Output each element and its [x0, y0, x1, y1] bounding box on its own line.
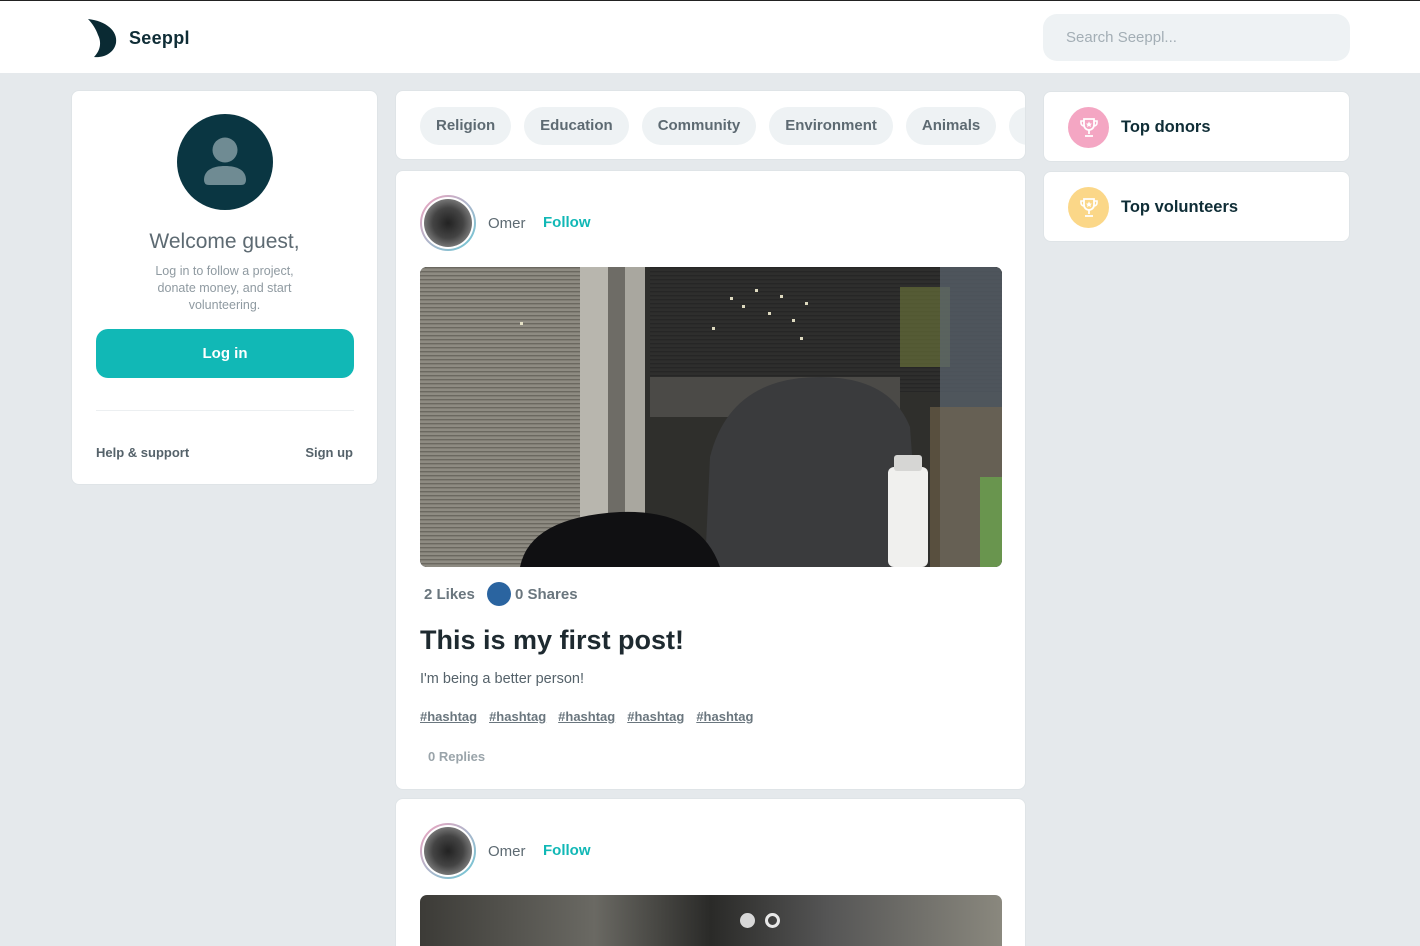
author-name[interactable]: Omer	[488, 215, 526, 232]
shares-count[interactable]: 0 Shares	[515, 586, 578, 603]
hashtag-link[interactable]: #hashtag	[627, 709, 684, 724]
post-card: Omer Follow	[395, 798, 1026, 946]
login-button[interactable]: Log in	[96, 329, 354, 378]
category-chip-environment[interactable]: Environment	[769, 107, 893, 145]
brand-name[interactable]: Seeppl	[129, 28, 190, 49]
follow-button[interactable]: Follow	[543, 842, 591, 859]
hashtag-link[interactable]: #hashtag	[696, 709, 753, 724]
help-support-link[interactable]: Help & support	[96, 445, 189, 460]
likes-count[interactable]: 2 Likes	[424, 586, 475, 603]
post-image-carousel[interactable]	[420, 895, 1002, 946]
author-name[interactable]: Omer	[488, 843, 526, 860]
guest-avatar	[177, 114, 273, 210]
category-chip-community[interactable]: Community	[641, 107, 757, 145]
share-icon[interactable]	[487, 582, 511, 606]
category-chip-education[interactable]: Education	[524, 107, 629, 145]
hashtag-list: #hashtag #hashtag #hashtag #hashtag #has…	[420, 709, 753, 724]
hashtag-link[interactable]: #hashtag	[489, 709, 546, 724]
category-chip-more[interactable]: C	[1009, 107, 1025, 145]
post-image[interactable]	[420, 267, 1002, 567]
category-chip-animals[interactable]: Animals	[905, 107, 997, 145]
top-volunteers-label[interactable]: Top volunteers	[1121, 198, 1238, 217]
post-card: Omer Follow	[395, 170, 1026, 790]
author-avatar[interactable]	[420, 195, 476, 251]
category-chip-religion[interactable]: Religion	[420, 107, 512, 145]
post-body: I'm being a better person!	[420, 671, 584, 687]
welcome-heading: Welcome guest,	[149, 230, 300, 253]
category-bar: Religion Education Community Environment…	[395, 90, 1026, 160]
trophy-icon	[1068, 187, 1109, 228]
login-description: Log in to follow a project, donate money…	[155, 264, 294, 312]
divider	[96, 410, 354, 411]
category-list: Religion Education Community Environment…	[420, 107, 1025, 145]
search-input[interactable]	[1043, 14, 1350, 61]
signup-link[interactable]: Sign up	[305, 445, 353, 460]
top-donors-card[interactable]: Top donors	[1043, 91, 1350, 162]
top-donors-label[interactable]: Top donors	[1121, 118, 1211, 137]
replies-link[interactable]: 0 Replies	[428, 749, 485, 764]
trophy-icon	[1068, 107, 1109, 148]
carousel-dot-active[interactable]	[740, 913, 755, 928]
guest-card: Welcome guest, Log in to follow a projec…	[71, 90, 378, 485]
top-volunteers-card[interactable]: Top volunteers	[1043, 171, 1350, 242]
seeppl-logo-icon[interactable]	[84, 17, 120, 59]
post-title: This is my first post!	[420, 625, 685, 655]
carousel-dots	[740, 913, 780, 928]
author-avatar[interactable]	[420, 823, 476, 879]
post-image-art	[420, 267, 1002, 567]
top-bar: Seeppl	[0, 0, 1420, 73]
user-icon	[204, 137, 246, 185]
hashtag-link[interactable]: #hashtag	[558, 709, 615, 724]
hashtag-link[interactable]: #hashtag	[420, 709, 477, 724]
carousel-dot[interactable]	[765, 913, 780, 928]
follow-button[interactable]: Follow	[543, 214, 591, 231]
